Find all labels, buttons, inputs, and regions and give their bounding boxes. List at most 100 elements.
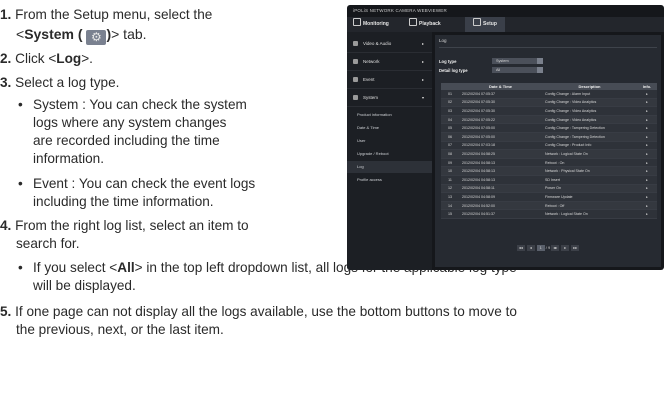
table-row[interactable]: 06 2012/02/04 07:05:00 Config Change : Tam… <box>441 132 657 142</box>
all-label: All <box>117 260 135 275</box>
submenu-date-time[interactable]: Date & Time <box>347 122 432 134</box>
top-tabs: Monitoring Playback Setup <box>347 17 664 32</box>
info-arrow-icon[interactable]: ▸ <box>637 132 657 142</box>
info-arrow-icon[interactable]: ▸ <box>637 141 657 151</box>
info-arrow-icon[interactable]: ▸ <box>637 90 657 99</box>
log-type-select[interactable]: System <box>492 58 543 64</box>
step-5-line-2: the previous, next, or the last item. <box>16 322 224 337</box>
setup-sidebar: Video & Audio ▸ Network ▸ Event ▸ System ▾ P… <box>347 32 432 270</box>
submenu-product-information[interactable]: Product information <box>347 109 432 121</box>
table-row[interactable]: 10 2012/02/04 04:58:13 Network : Physical … <box>441 166 657 176</box>
row-description: Config Change : Tampering Detection <box>542 123 637 133</box>
log-type-label: Log type <box>439 59 457 64</box>
network-icon <box>353 59 358 64</box>
step-text: If one page can not display all the logs… <box>15 304 517 319</box>
step-text: From the Setup menu, select the <box>15 7 213 22</box>
info-arrow-icon[interactable]: ▸ <box>637 201 657 211</box>
row-datetime: 2012/02/04 07:05:22 <box>459 115 542 125</box>
chevron-down-icon <box>537 58 543 64</box>
info-arrow-icon[interactable]: ▸ <box>637 98 657 108</box>
first-page-button[interactable]: ◂◂ <box>516 245 525 251</box>
table-row[interactable]: 02 2012/02/04 07:05:30 Config Change : Vid… <box>441 98 657 108</box>
prev-page-button[interactable]: ◂ <box>526 245 535 251</box>
sidebar-item-system[interactable]: System ▾ <box>347 89 432 107</box>
info-arrow-icon[interactable]: ▸ <box>637 192 657 202</box>
row-datetime: 2012/02/04 04:58:13 <box>459 166 542 176</box>
step-2: 2. Click <Log>. <box>0 51 93 68</box>
step-text-end: >. <box>81 51 93 66</box>
pagination: ◂◂ ◂ 1/ 9 ◂▸ ▸ ▸▸ <box>435 245 661 251</box>
bullet-all-line-2: will be displayed. <box>33 278 136 293</box>
submenu-profile-access[interactable]: Profile access <box>347 174 432 186</box>
bracket-open: < <box>16 26 25 42</box>
info-arrow-icon[interactable]: ▸ <box>637 149 657 159</box>
info-arrow-icon[interactable]: ▸ <box>637 175 657 185</box>
table-row[interactable]: 12 2012/02/04 04:58:11 Power On ▸ <box>441 184 657 194</box>
row-datetime: 2012/02/04 04:58:09 <box>459 192 542 202</box>
detail-log-type-select[interactable]: All <box>492 67 543 73</box>
last-page-button[interactable]: ▸▸ <box>571 245 580 251</box>
row-datetime: 2012/02/04 04:51:37 <box>459 209 542 219</box>
table-row[interactable]: 05 2012/02/04 07:05:00 Config Change : Tam… <box>441 123 657 133</box>
webviewer-screenshot: iPOLiS NETWORK CAMERA WEBVIEWER Monitori… <box>347 5 664 270</box>
bullet-dot: • <box>18 176 23 191</box>
sidebar-item-event[interactable]: Event ▸ <box>347 71 432 89</box>
table-row[interactable]: 14 2012/02/04 04:52:00 Reboot : Off ▸ <box>441 201 657 211</box>
row-number: 06 <box>441 132 459 142</box>
video-icon <box>353 41 358 46</box>
tab-suffix: > tab. <box>111 26 147 42</box>
page-total: / 9 <box>545 245 551 250</box>
bullet-system-line-4: information. <box>33 151 105 166</box>
info-arrow-icon[interactable]: ▸ <box>637 184 657 194</box>
row-datetime: 2012/02/04 07:03:18 <box>459 141 542 151</box>
info-arrow-icon[interactable]: ▸ <box>637 166 657 176</box>
sidebar-label: Event <box>363 77 375 82</box>
bullet-text: If you select < <box>33 260 118 275</box>
go-button[interactable]: ◂▸ <box>551 245 560 251</box>
step-number: 1. <box>0 7 12 22</box>
log-table: Date & Time Description Info. 01 2012/02/… <box>441 83 657 219</box>
table-row[interactable]: 15 2012/02/04 04:51:37 Network : Logical S… <box>441 209 657 219</box>
step-3: 3. Select a log type. <box>0 75 119 92</box>
row-datetime: 2012/02/04 07:05:00 <box>459 123 542 133</box>
info-arrow-icon[interactable]: ▸ <box>637 115 657 125</box>
column-header: Date & Time <box>459 83 542 90</box>
info-arrow-icon[interactable]: ▸ <box>637 209 657 219</box>
table-row[interactable]: 09 2012/02/04 04:58:13 Reboot : On ▸ <box>441 158 657 168</box>
submenu-upgrade-reboot[interactable]: Upgrade / Reboot <box>347 148 432 160</box>
sidebar-item-video-audio[interactable]: Video & Audio ▸ <box>347 35 432 53</box>
row-description: Config Change : Video Analytics <box>542 115 637 125</box>
row-number: 11 <box>441 175 459 185</box>
table-row[interactable]: 04 2012/02/04 07:05:22 Config Change : Vid… <box>441 115 657 125</box>
system-label: System ( <box>24 26 83 42</box>
info-arrow-icon[interactable]: ▸ <box>637 158 657 168</box>
row-description: Config Change : Alarm Input <box>542 90 637 99</box>
table-row[interactable]: 03 2012/02/04 07:05:30 Config Change : Vid… <box>441 106 657 116</box>
submenu-user[interactable]: User <box>347 135 432 147</box>
table-row[interactable]: 11 2012/02/04 04:58:13 SD Insert ▸ <box>441 175 657 185</box>
tab-playback[interactable]: Playback <box>409 17 441 32</box>
tab-setup[interactable]: Setup <box>465 17 505 32</box>
sidebar-item-network[interactable]: Network ▸ <box>347 53 432 71</box>
page-input[interactable]: 1 <box>536 245 545 251</box>
row-number: 07 <box>441 141 459 151</box>
bullet-system-line-1: System : You can check the system <box>33 97 247 112</box>
step-text: Select a log type. <box>15 75 120 90</box>
row-description: Reboot : Off <box>542 201 637 211</box>
table-row[interactable]: 08 2012/02/04 04:58:25 Network : Logical S… <box>441 149 657 159</box>
submenu-log[interactable]: Log <box>347 161 432 173</box>
info-arrow-icon[interactable]: ▸ <box>637 106 657 116</box>
row-description: Config Change : Video Analytics <box>542 98 637 108</box>
table-row[interactable]: 13 2012/02/04 04:58:09 Firmware Update ▸ <box>441 192 657 202</box>
row-description: Power On <box>542 184 637 194</box>
table-row[interactable]: 07 2012/02/04 07:03:18 Config Change : Pro… <box>441 141 657 151</box>
row-number: 10 <box>441 166 459 176</box>
table-row[interactable]: 01 2012/02/04 07:05:37 Config Change : Ala… <box>441 90 657 99</box>
row-number: 02 <box>441 98 459 108</box>
info-arrow-icon[interactable]: ▸ <box>637 123 657 133</box>
next-page-button[interactable]: ▸ <box>561 245 570 251</box>
row-description: Network : Logical State On <box>542 209 637 219</box>
tab-monitoring[interactable]: Monitoring <box>353 17 389 32</box>
row-number: 05 <box>441 123 459 133</box>
log-label: Log <box>56 51 82 66</box>
